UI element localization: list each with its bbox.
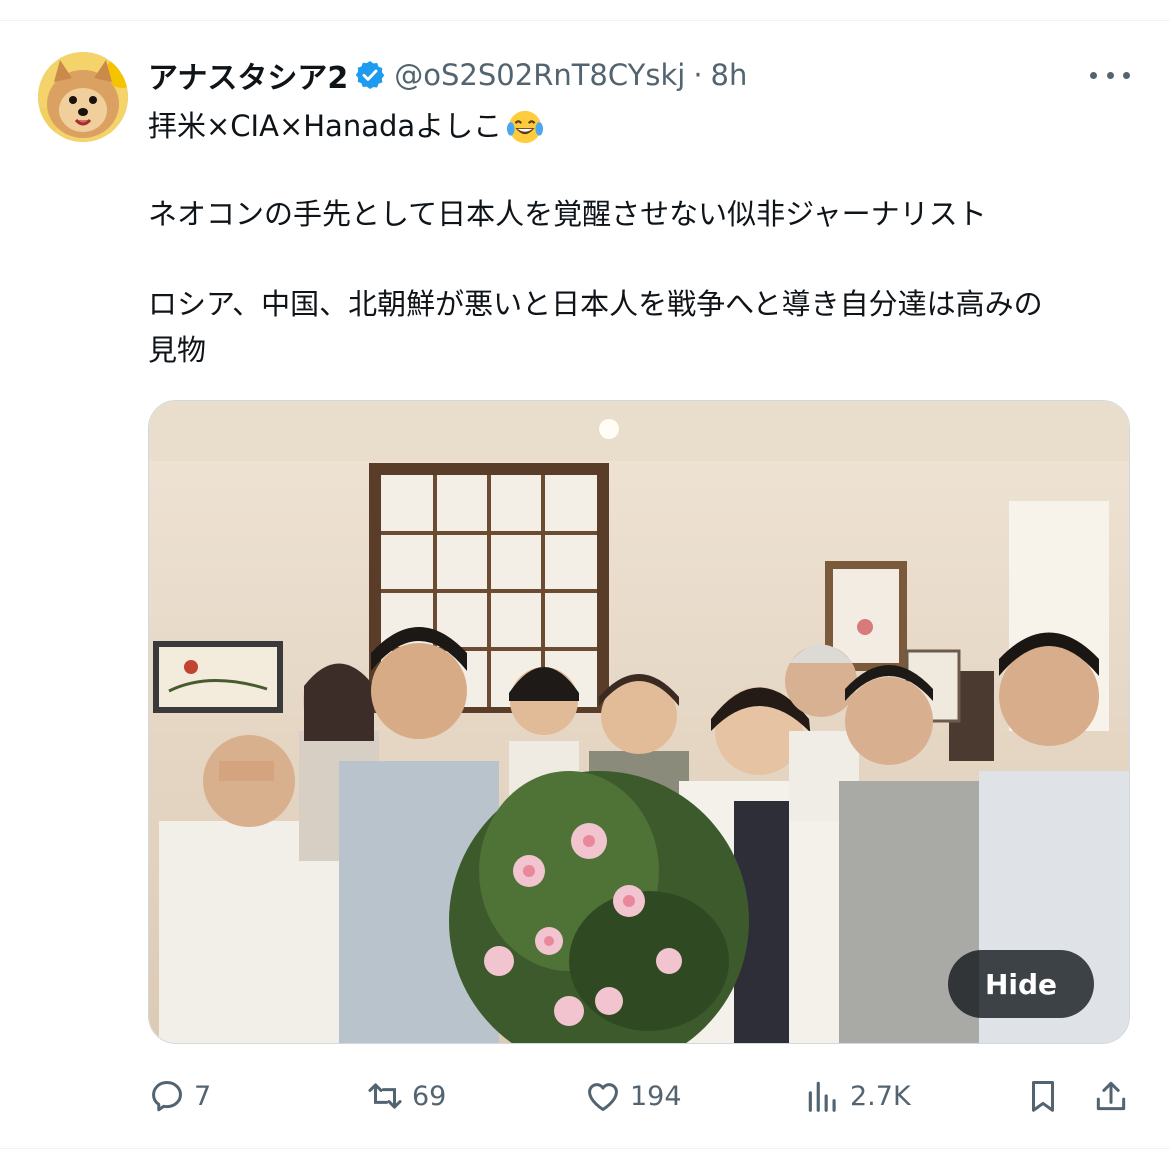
- tweet-line-3: ロシア、中国、北朝鮮が悪いと日本人を戦争へと導き自分達は高みの: [148, 287, 1043, 321]
- share-icon: [1096, 1081, 1126, 1111]
- group-photo-image: [149, 401, 1129, 1043]
- bottom-divider: [0, 1148, 1170, 1149]
- bar-chart-icon: [808, 1081, 836, 1112]
- verified-badge-icon[interactable]: [354, 59, 386, 91]
- reply-icon: [152, 1081, 182, 1112]
- tweet-header: アナスタシア2 @oS2S02RnT8CYskj · 8h: [148, 52, 747, 98]
- dog-avatar-image: [38, 52, 128, 142]
- views-button[interactable]: 2.7K: [804, 1068, 911, 1124]
- repost-icon: [368, 1083, 402, 1109]
- repost-button[interactable]: 69: [366, 1068, 446, 1124]
- top-divider: [0, 20, 1170, 21]
- tweet-line-1: 拝米×CIA×Hanadaよしこ: [148, 104, 544, 149]
- bookmark-button[interactable]: [1024, 1068, 1062, 1124]
- action-bar: 7 69 194 2.7K: [148, 1068, 1130, 1124]
- reply-count: 7: [194, 1080, 212, 1112]
- like-count: 194: [630, 1080, 682, 1112]
- avatar[interactable]: [38, 52, 128, 142]
- view-count: 2.7K: [850, 1080, 911, 1112]
- repost-count: 69: [412, 1080, 447, 1112]
- like-button[interactable]: 194: [584, 1068, 682, 1124]
- hide-button[interactable]: Hide: [948, 950, 1094, 1018]
- tweet-photo[interactable]: [148, 400, 1130, 1044]
- face-with-tears-of-joy-icon: [507, 110, 544, 143]
- more-options-icon[interactable]: [1090, 60, 1130, 90]
- tweet-line-2: ネオコンの手先として日本人を覚醒させない似非ジャーナリスト: [148, 197, 987, 231]
- tweet-line-4: 見物: [148, 333, 207, 367]
- tweet-line-1-text: 拝米×CIA×Hanadaよしこ: [148, 109, 503, 143]
- separator-dot: ·: [693, 58, 703, 92]
- heart-icon: [588, 1083, 618, 1111]
- reply-button[interactable]: 7: [148, 1068, 211, 1124]
- timestamp[interactable]: 8h: [711, 58, 748, 92]
- bookmark-icon: [1031, 1081, 1055, 1112]
- author-handle[interactable]: @oS2S02RnT8CYskj: [394, 58, 685, 92]
- author-name[interactable]: アナスタシア2: [148, 53, 348, 97]
- share-button[interactable]: [1092, 1068, 1130, 1124]
